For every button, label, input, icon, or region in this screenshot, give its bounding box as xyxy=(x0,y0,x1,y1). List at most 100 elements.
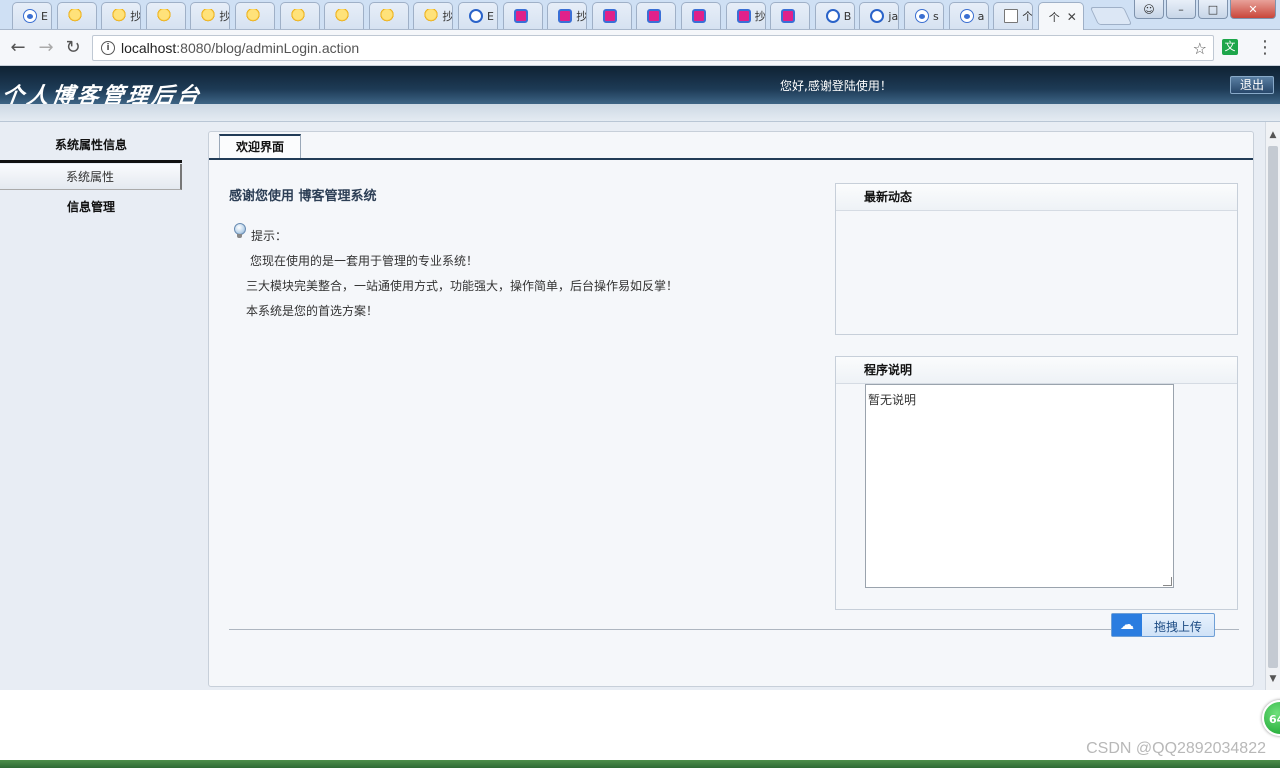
browser-tab-label: E xyxy=(41,9,48,23)
lightbulb-icon xyxy=(234,223,246,238)
browser-tab[interactable] xyxy=(324,2,365,29)
reload-icon[interactable]: ↻ xyxy=(63,38,83,58)
logout-button[interactable]: 退出 xyxy=(1230,76,1274,94)
address-bar[interactable]: i localhost:8080/blog/adminLogin.action … xyxy=(92,35,1214,61)
cup-icon xyxy=(290,9,305,23)
cup-icon xyxy=(424,9,439,23)
browser-tab-label: 个 xyxy=(1022,10,1034,23)
os-taskbar xyxy=(0,760,1280,768)
browser-tab[interactable]: 抄 xyxy=(101,2,142,29)
tip-label: 提示： xyxy=(251,229,288,243)
url-host: localhost xyxy=(121,40,177,56)
browser-tab[interactable]: E xyxy=(458,2,498,29)
forward-icon[interactable]: → xyxy=(36,38,56,58)
url-path: :8080/blog/adminLogin.action xyxy=(176,40,360,56)
browser-tab[interactable] xyxy=(56,2,97,29)
main-panel: 欢迎界面 感谢您使用 博客管理系统 提示： 您现在使用的是一套用于管理的专业系统… xyxy=(208,131,1254,687)
browser-tab-label: a xyxy=(977,9,985,23)
browser-tab[interactable]: 抄 xyxy=(413,2,454,29)
browser-tab[interactable]: a xyxy=(948,2,989,29)
program-description-text: 暂无说明 xyxy=(868,393,917,407)
tip-line: 您现在使用的是一套用于管理的专业系统！ xyxy=(250,254,479,268)
upload-label: 拖拽上传 xyxy=(1154,620,1203,634)
back-icon[interactable]: ← xyxy=(8,38,28,58)
cloud-icon xyxy=(870,9,885,23)
pink-square-icon xyxy=(558,9,573,23)
close-icon[interactable]: ✕ xyxy=(1230,0,1276,19)
browser-tab-label: 抄 xyxy=(442,10,454,23)
info-icon[interactable]: i xyxy=(101,41,115,55)
browser-tab-label: 个 xyxy=(1048,10,1060,24)
browser-tab[interactable] xyxy=(502,2,543,29)
program-box-title: 程序说明 xyxy=(836,357,1237,384)
header-subbar xyxy=(0,104,1280,122)
new-tab-button[interactable] xyxy=(1089,7,1133,25)
browser-tab[interactable]: s xyxy=(904,2,944,29)
browser-tab-label: ja xyxy=(888,9,899,23)
translate-extension-icon[interactable]: 文 xyxy=(1222,39,1238,55)
chrome-menu-icon[interactable]: ⋮ xyxy=(1256,37,1274,58)
pink-square-icon xyxy=(647,9,662,23)
browser-tab-label: B xyxy=(843,9,852,23)
news-box: 最新动态 xyxy=(835,183,1238,335)
browser-tab[interactable]: ja xyxy=(859,2,900,29)
content-tab-bar: 欢迎界面 xyxy=(209,132,1253,160)
browser-tab[interactable]: 抄 xyxy=(190,2,231,29)
browser-tab[interactable]: 抄 xyxy=(725,2,766,29)
browser-toolbar: ← → ↻ i localhost:8080/blog/adminLogin.a… xyxy=(0,30,1280,66)
cup-icon xyxy=(335,9,350,23)
browser-tab[interactable] xyxy=(368,2,409,29)
cup-icon xyxy=(201,9,216,23)
welcome-text: 您好,感谢登陆使用！ xyxy=(780,79,892,93)
vertical-scrollbar[interactable]: ▲ ▼ xyxy=(1265,122,1280,690)
browser-tab[interactable]: E xyxy=(12,2,52,29)
scroll-down-icon[interactable]: ▼ xyxy=(1268,674,1278,684)
browser-tab-label: 抄 xyxy=(754,10,766,23)
browser-tab[interactable] xyxy=(591,2,632,29)
browser-tab[interactable] xyxy=(279,2,320,29)
sidebar-title[interactable]: 系统属性信息 xyxy=(0,136,182,153)
drag-upload-button[interactable]: ☁ 拖拽上传 xyxy=(1111,613,1215,637)
browser-tab[interactable] xyxy=(636,2,677,29)
url-text[interactable]: localhost:8080/blog/adminLogin.action xyxy=(121,40,359,56)
program-box: 程序说明 暂无说明 xyxy=(835,356,1238,610)
sidebar-section-info-management[interactable]: 信息管理 xyxy=(0,198,182,215)
news-box-title: 最新动态 xyxy=(836,184,1237,211)
baidu-paw-icon xyxy=(23,9,37,23)
scrollbar-thumb[interactable] xyxy=(1268,146,1278,668)
browser-tab[interactable] xyxy=(681,2,721,29)
bookmark-star-icon[interactable]: ☆ xyxy=(1193,39,1207,58)
resize-grip-icon[interactable] xyxy=(1163,577,1172,586)
window-controls: ☺ – □ ✕ xyxy=(1134,0,1276,19)
document-icon xyxy=(1004,9,1019,23)
browser-tab[interactable]: 抄 xyxy=(547,2,588,29)
maximize-icon[interactable]: □ xyxy=(1198,0,1228,19)
cloud-icon xyxy=(469,9,483,23)
browser-tab[interactable] xyxy=(145,2,186,29)
pink-square-icon xyxy=(781,9,796,23)
sidebar-divider xyxy=(0,160,182,163)
cloud-upload-icon: ☁ xyxy=(1112,614,1142,636)
tip-line: 三大模块完美整合，一站通使用方式，功能强大，操作简单，后台操作易如反掌！ xyxy=(246,279,679,293)
watermark: CSDN @QQ2892034822 xyxy=(1086,740,1266,757)
pink-square-icon xyxy=(513,9,528,23)
scroll-up-icon[interactable]: ▲ xyxy=(1268,130,1278,140)
minimize-icon[interactable]: – xyxy=(1166,0,1196,19)
tab-close-icon[interactable]: ✕ xyxy=(1067,10,1077,24)
app-header: 个人博客管理后台 您好,感谢登陆使用！ 退出 xyxy=(0,66,1280,109)
browser-tab[interactable] xyxy=(235,2,275,29)
tab-welcome[interactable]: 欢迎界面 xyxy=(219,134,301,158)
cup-icon xyxy=(156,9,171,23)
sidebar-item-system-properties[interactable]: 系统属性 xyxy=(0,164,182,190)
browser-tab[interactable]: 个 ✕ xyxy=(1037,2,1084,30)
user-icon[interactable]: ☺ xyxy=(1134,0,1164,19)
browser-tab-strip: E 抄抄抄 E 抄抄 Bja s a 个个 ✕ ☺ – □ ✕ xyxy=(0,0,1280,30)
browser-tab[interactable]: 个 xyxy=(993,2,1034,29)
tip-line: 本系统是您的首选方案！ xyxy=(246,304,379,318)
browser-tab[interactable] xyxy=(770,2,811,29)
main-frame: 欢迎界面 感谢您使用 博客管理系统 提示： 您现在使用的是一套用于管理的专业系统… xyxy=(207,122,1265,690)
sidebar: 系统属性信息 系统属性 信息管理 xyxy=(0,122,207,690)
browser-tab[interactable]: B xyxy=(814,2,855,29)
program-description-textarea[interactable]: 暂无说明 xyxy=(865,384,1174,588)
cup-icon xyxy=(379,9,394,23)
